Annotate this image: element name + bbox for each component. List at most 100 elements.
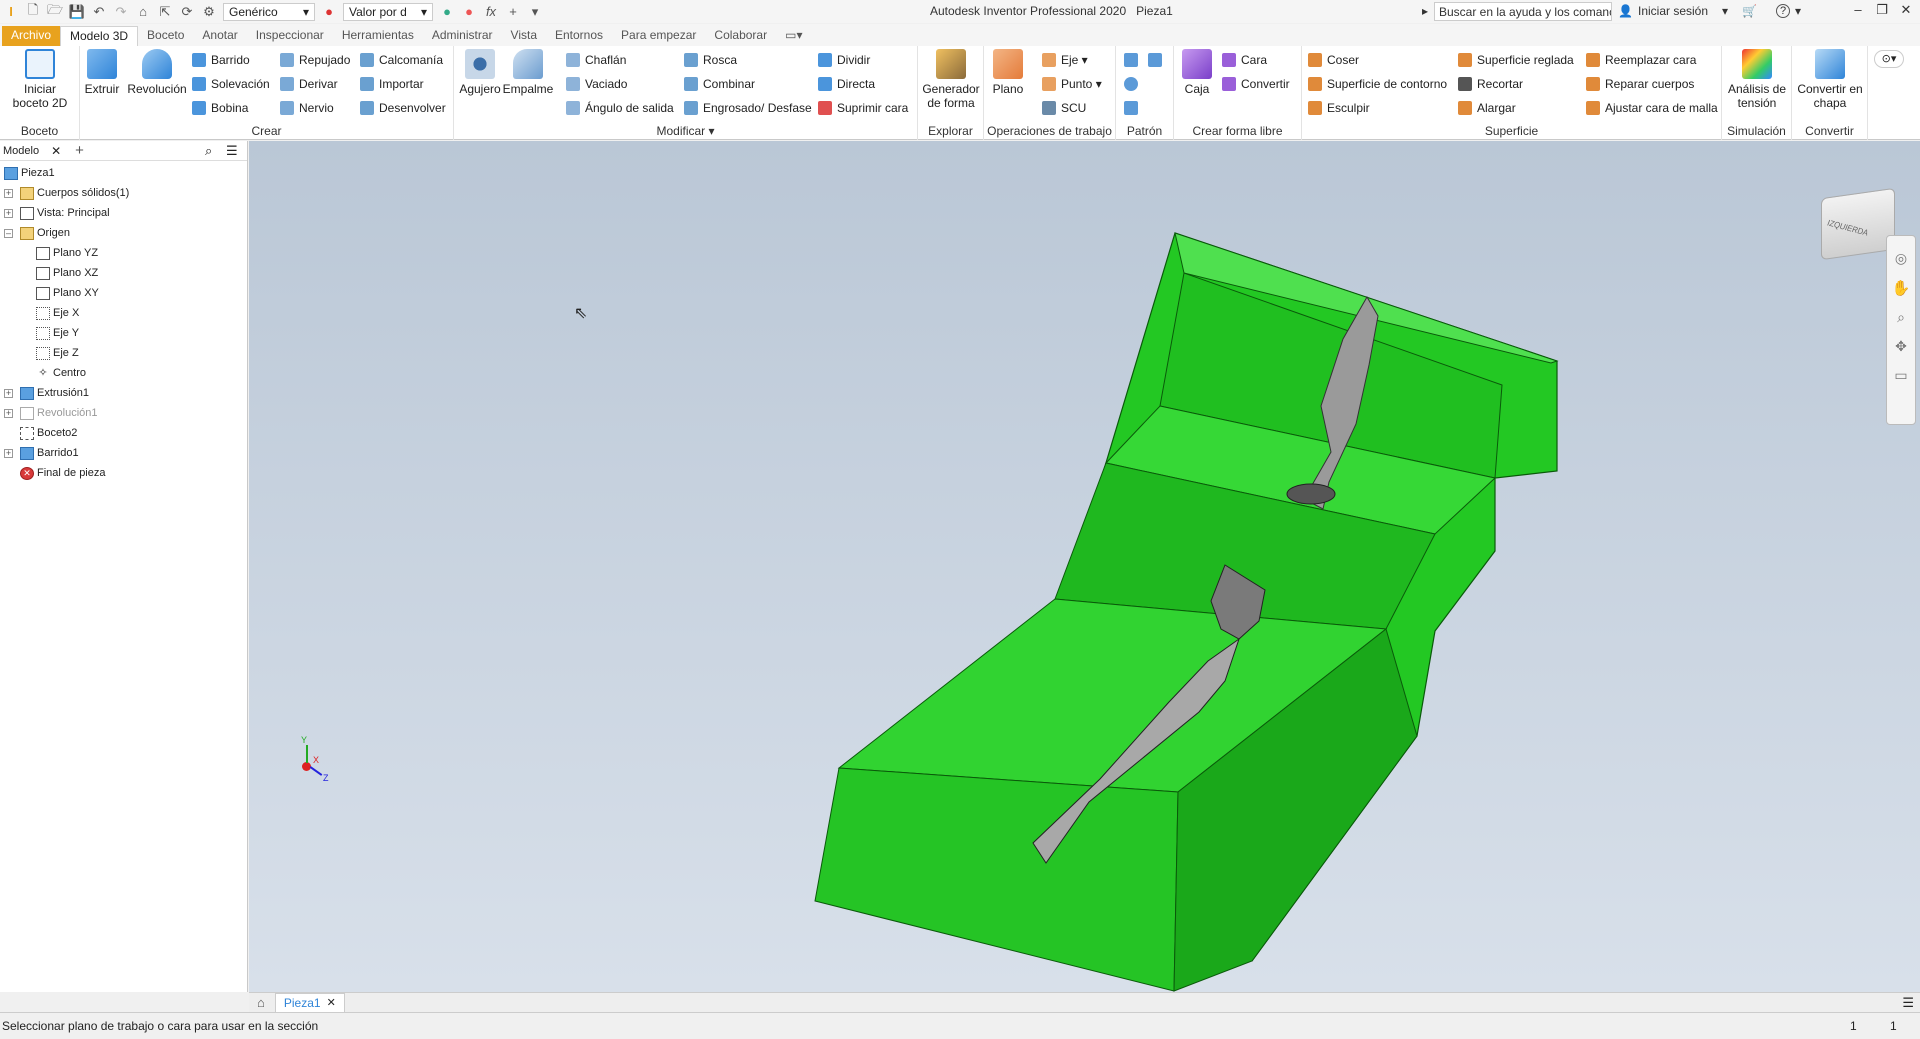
- split-button[interactable]: Dividir: [818, 51, 870, 69]
- orbit-icon[interactable]: ✥: [1887, 338, 1915, 355]
- tree-node-sweep[interactable]: + Barrido1: [4, 443, 79, 463]
- browser-tab-modelo[interactable]: Modelo: [3, 145, 39, 157]
- tree-node-end-of-part[interactable]: ✕ Final de pieza: [20, 463, 106, 483]
- convert-sheet-metal-button[interactable]: Convertir en chapa: [1796, 49, 1864, 110]
- tab-para-empezar[interactable]: Para empezar: [612, 26, 705, 46]
- tree-node-plane-xz[interactable]: Plano XZ: [36, 263, 98, 283]
- extend-button[interactable]: Alargar: [1458, 99, 1516, 117]
- tab-boceto[interactable]: Boceto: [138, 26, 193, 46]
- decal-button[interactable]: Calcomanía: [360, 51, 443, 69]
- parameters-icon[interactable]: fx: [480, 2, 502, 22]
- pan-icon[interactable]: ✋: [1887, 279, 1915, 297]
- expand-icon[interactable]: +: [4, 408, 13, 418]
- expand-icon[interactable]: +: [4, 188, 13, 198]
- expand-icon[interactable]: +: [4, 448, 13, 458]
- ruled-surface-button[interactable]: Superficie reglada: [1458, 51, 1574, 69]
- search-icon[interactable]: ⌕: [205, 143, 212, 159]
- sweep-button[interactable]: Barrido: [192, 51, 250, 69]
- appearance-icon[interactable]: ●: [436, 2, 458, 22]
- draft-button[interactable]: Ángulo de salida: [566, 99, 674, 117]
- tree-node-revolution[interactable]: + Revolución1: [4, 403, 98, 423]
- start-sketch-button[interactable]: Iniciar boceto 2D: [6, 49, 74, 110]
- tab-administrar[interactable]: Administrar: [423, 26, 502, 46]
- repair-bodies-button[interactable]: Reparar cuerpos: [1586, 75, 1694, 93]
- signin-dropdown-icon[interactable]: ▾: [1722, 4, 1728, 18]
- stress-analysis-button[interactable]: Análisis de tensión: [1725, 49, 1789, 110]
- tree-node-plane-yz[interactable]: Plano YZ: [36, 243, 98, 263]
- steering-wheel-icon[interactable]: ◎: [1887, 250, 1915, 267]
- thread-button[interactable]: Rosca: [684, 51, 737, 69]
- fillet-button[interactable]: Empalme: [502, 49, 554, 96]
- close-icon[interactable]: ✕: [327, 994, 336, 1013]
- search-expand-icon[interactable]: ▸: [1422, 4, 1428, 18]
- ribbon-options-icon[interactable]: ⊙▾: [1874, 50, 1904, 68]
- tab-inspeccionar[interactable]: Inspeccionar: [247, 26, 333, 46]
- plane-button[interactable]: Plano: [988, 49, 1028, 96]
- rect-pattern-icon[interactable]: [1124, 51, 1138, 69]
- tree-node-axis-y[interactable]: Eje Y: [36, 323, 79, 343]
- menu-icon[interactable]: ☰: [1902, 995, 1914, 1011]
- shape-generator-button[interactable]: Generador de forma: [920, 49, 982, 110]
- tree-node-solid-bodies[interactable]: + Cuerpos sólidos(1): [4, 183, 129, 203]
- rib-button[interactable]: Nervio: [280, 99, 334, 117]
- point-button[interactable]: Punto ▾: [1042, 75, 1102, 93]
- update-icon[interactable]: ⟳: [176, 2, 198, 22]
- sketch-pattern-icon[interactable]: [1124, 99, 1138, 117]
- stitch-button[interactable]: Coser: [1308, 51, 1359, 69]
- tree-node-axis-x[interactable]: Eje X: [36, 303, 79, 323]
- derive-button[interactable]: Derivar: [280, 75, 338, 93]
- tree-node-plane-xy[interactable]: Plano XY: [36, 283, 99, 303]
- close-icon[interactable]: ✕: [51, 144, 61, 158]
- emboss-button[interactable]: Repujado: [280, 51, 350, 69]
- inventor-logo-icon[interactable]: I: [0, 2, 22, 22]
- appearance-select[interactable]: Valor por d ▾: [343, 2, 433, 21]
- style-select[interactable]: Genérico ▾: [223, 2, 315, 21]
- direct-button[interactable]: Directa: [818, 75, 875, 93]
- help-icon[interactable]: ?: [1776, 4, 1790, 18]
- loft-button[interactable]: Solevación: [192, 75, 270, 93]
- clear-appearance-icon[interactable]: ●: [458, 2, 480, 22]
- expand-icon[interactable]: +: [4, 388, 13, 398]
- hole-button[interactable]: Agujero: [458, 49, 502, 96]
- panel-options-icon[interactable]: ▭▾: [776, 26, 811, 46]
- tab-anotar[interactable]: Anotar: [193, 26, 246, 46]
- box-button[interactable]: Caja: [1178, 49, 1216, 96]
- extrude-button[interactable]: Extruir: [82, 49, 122, 96]
- trim-button[interactable]: Recortar: [1458, 75, 1523, 93]
- revolve-button[interactable]: Revolución: [122, 49, 192, 96]
- close-icon[interactable]: ✕: [1894, 2, 1918, 20]
- tree-node-axis-z[interactable]: Eje Z: [36, 343, 79, 363]
- properties-icon[interactable]: ⚙: [198, 2, 220, 22]
- tab-colaborar[interactable]: Colaborar: [705, 26, 776, 46]
- help-search-input[interactable]: Buscar en la ayuda y los comanc: [1434, 2, 1612, 21]
- fit-mesh-face-button[interactable]: Ajustar cara de malla: [1586, 99, 1718, 117]
- face-button[interactable]: Cara: [1222, 51, 1267, 69]
- tree-node-extrusion[interactable]: + Extrusión1: [4, 383, 89, 403]
- open-file-icon[interactable]: 🗁: [44, 2, 66, 22]
- unwrap-button[interactable]: Desenvolver: [360, 99, 446, 117]
- tab-modelo-3d[interactable]: Modelo 3D: [60, 26, 139, 46]
- undo-icon[interactable]: ↶: [88, 2, 110, 22]
- ucs-button[interactable]: SCU: [1042, 99, 1086, 117]
- home-icon[interactable]: ⌂: [132, 2, 154, 22]
- home-icon[interactable]: ⌂: [257, 995, 265, 1010]
- axis-button[interactable]: Eje ▾: [1042, 51, 1088, 69]
- help-dropdown-icon[interactable]: ▾: [1795, 4, 1801, 18]
- zoom-icon[interactable]: ⌕: [1887, 309, 1915, 326]
- coil-button[interactable]: Bobina: [192, 99, 248, 117]
- graphics-viewport[interactable]: ⇖ IZQUIERDA ⊞ ✕ ◎ ✋ ⌕ ✥ ▭ Y X Z: [249, 141, 1920, 992]
- add-icon[interactable]: +: [75, 142, 84, 159]
- color-wheel-icon[interactable]: ●: [318, 2, 340, 22]
- replace-face-button[interactable]: Reemplazar cara: [1586, 51, 1696, 69]
- tree-node-center[interactable]: ✧ Centro: [36, 363, 86, 383]
- look-at-icon[interactable]: ▭: [1887, 367, 1915, 384]
- tree-node-sketch[interactable]: Boceto2: [20, 423, 77, 443]
- thicken-button[interactable]: Engrosado/ Desfase: [684, 99, 812, 117]
- minimize-icon[interactable]: –: [1846, 2, 1870, 20]
- tree-node-origin[interactable]: – Origen: [4, 223, 70, 243]
- shell-button[interactable]: Vaciado: [566, 75, 627, 93]
- import-button[interactable]: Importar: [360, 75, 424, 93]
- save-icon[interactable]: 💾: [66, 2, 88, 22]
- tree-node-part[interactable]: Pieza1: [4, 163, 55, 183]
- sculpt-button[interactable]: Esculpir: [1308, 99, 1370, 117]
